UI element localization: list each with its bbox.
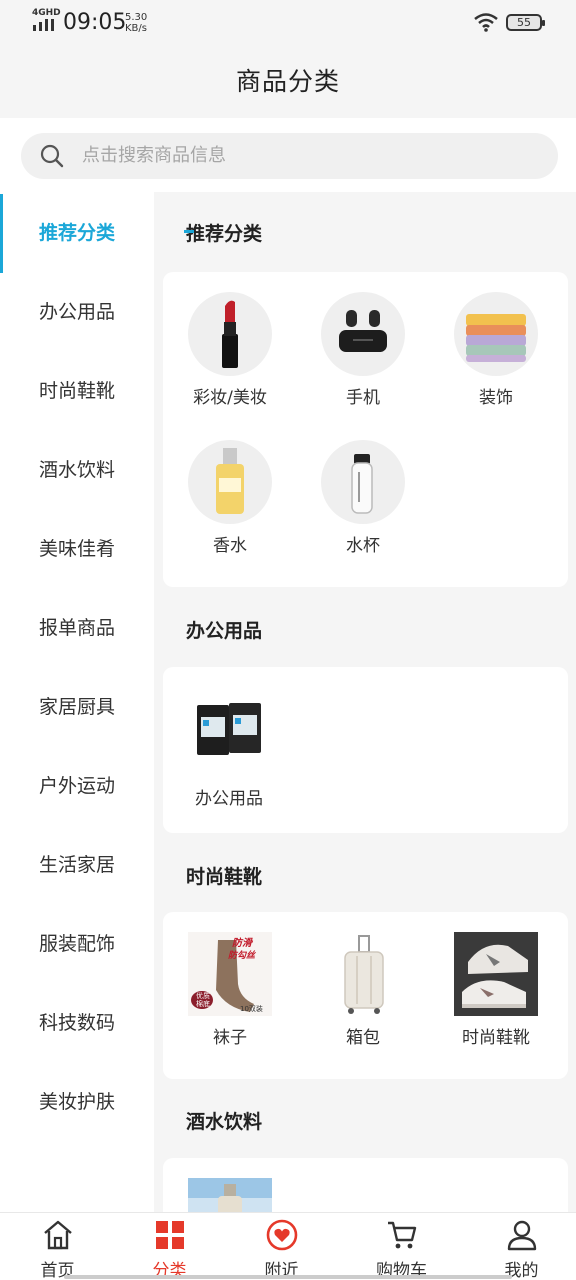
socks-image-text: 防滑 <box>232 938 252 949</box>
ink-cartridge-icon <box>187 693 271 777</box>
status-bar: 4GHD 09:05 5.30 KB/s 55 <box>0 0 576 44</box>
network-speed-value: 5.30 <box>125 12 148 23</box>
category-item-decor[interactable]: 装饰 <box>436 292 556 409</box>
socks-image-text: 优质 棉底 <box>196 992 210 1008</box>
category-item-perfume[interactable]: 香水 <box>170 440 290 557</box>
category-label: 袜子 <box>213 1028 247 1048</box>
category-content: 推荐分类 彩妆/美妆 手机 装饰 香水 水杯 办公用品 办公用品 时尚鞋靴 防滑… <box>154 192 576 1212</box>
bottom-tab-bar: 首页 分类 附近 购物车 我的 <box>0 1212 576 1280</box>
search-icon <box>40 144 64 168</box>
tab-profile[interactable]: 我的 <box>464 1213 576 1280</box>
section-card-office: 办公用品 <box>163 667 568 833</box>
home-indicator <box>64 1275 512 1279</box>
battery-icon: 55 <box>506 14 545 31</box>
signal-icon <box>33 19 54 31</box>
water-bottle-icon <box>321 440 405 524</box>
sidebar-item-food[interactable]: 美味佳肴 <box>0 510 154 589</box>
category-label: 办公用品 <box>195 789 263 809</box>
category-item-office[interactable]: 办公用品 <box>169 693 289 810</box>
category-label: 手机 <box>346 388 380 408</box>
search-bar: 点击搜索商品信息 <box>0 118 576 192</box>
network-speed-unit: KB/s <box>125 23 147 34</box>
section-card-drinks <box>163 1158 568 1212</box>
category-item-luggage[interactable]: 箱包 <box>303 932 423 1049</box>
suitcase-icon <box>321 932 405 1016</box>
category-sidebar: 推荐分类 办公用品 时尚鞋靴 酒水饮料 美味佳肴 报单商品 家居厨具 户外运动 … <box>0 192 154 1212</box>
sidebar-item-apparel[interactable]: 服装配饰 <box>0 905 154 984</box>
category-item-fashion-shoes[interactable]: 时尚鞋靴 <box>436 932 556 1049</box>
home-icon <box>44 1220 72 1250</box>
perfume-bottle-icon <box>188 440 272 524</box>
section-title-accent <box>184 230 194 233</box>
earbuds-icon <box>321 292 405 376</box>
category-label: 水杯 <box>346 536 380 556</box>
user-icon <box>507 1220 537 1251</box>
category-item-cup[interactable]: 水杯 <box>303 440 423 557</box>
search-placeholder: 点击搜索商品信息 <box>82 145 226 166</box>
section-card-shoes: 防滑 防勾丝 优质 棉底 10双装 袜子 箱包 时尚鞋靴 <box>163 912 568 1079</box>
category-item-makeup[interactable]: 彩妆/美妆 <box>170 292 290 409</box>
category-label: 时尚鞋靴 <box>462 1028 530 1048</box>
sidebar-item-order-goods[interactable]: 报单商品 <box>0 589 154 668</box>
drink-bottle-icon <box>188 1178 272 1212</box>
lipstick-icon <box>188 292 272 376</box>
sidebar-item-drinks[interactable]: 酒水饮料 <box>0 431 154 510</box>
section-title-office: 办公用品 <box>186 620 263 642</box>
category-label: 彩妆/美妆 <box>193 388 267 408</box>
network-speed: 5.30 KB/s <box>125 12 147 34</box>
sidebar-item-kitchen[interactable]: 家居厨具 <box>0 668 154 747</box>
section-card-recommended: 彩妆/美妆 手机 装饰 香水 水杯 <box>163 272 568 587</box>
section-title-recommended: 推荐分类 <box>184 219 263 246</box>
sidebar-item-outdoor[interactable]: 户外运动 <box>0 747 154 826</box>
category-label: 装饰 <box>479 388 513 408</box>
page-title: 商品分类 <box>235 67 340 96</box>
category-label: 箱包 <box>346 1028 380 1048</box>
towels-icon <box>454 292 538 376</box>
search-input[interactable]: 点击搜索商品信息 <box>21 133 558 179</box>
sidebar-item-digital[interactable]: 科技数码 <box>0 984 154 1063</box>
header: 商品分类 <box>0 44 576 118</box>
wifi-icon <box>474 13 498 32</box>
category-item-drinks[interactable] <box>170 1178 290 1212</box>
tab-category[interactable]: 分类 <box>112 1213 227 1280</box>
category-grid-icon <box>156 1221 184 1249</box>
category-item-phone[interactable]: 手机 <box>303 292 423 409</box>
cart-icon <box>388 1221 417 1249</box>
socks-image-text: 10双装 <box>240 1005 263 1013</box>
nearby-heart-icon <box>266 1219 298 1251</box>
sidebar-item-office[interactable]: 办公用品 <box>0 273 154 352</box>
clock: 09:05 <box>63 10 127 35</box>
tab-home[interactable]: 首页 <box>0 1213 115 1280</box>
category-label: 香水 <box>213 536 247 556</box>
sidebar-item-home[interactable]: 生活家居 <box>0 826 154 905</box>
sidebar-item-recommended[interactable]: 推荐分类 <box>0 194 154 273</box>
tab-cart[interactable]: 购物车 <box>344 1213 459 1280</box>
section-title-drinks: 酒水饮料 <box>186 1111 263 1133</box>
sidebar-item-shoes[interactable]: 时尚鞋靴 <box>0 352 154 431</box>
sneakers-icon <box>454 932 538 1016</box>
section-title-text: 推荐分类 <box>186 223 263 245</box>
section-title-shoes: 时尚鞋靴 <box>186 866 263 888</box>
sidebar-item-skincare[interactable]: 美妆护肤 <box>0 1063 154 1142</box>
socks-icon: 防滑 防勾丝 优质 棉底 10双装 <box>188 932 272 1016</box>
tab-nearby[interactable]: 附近 <box>224 1213 339 1280</box>
socks-image-text: 防勾丝 <box>228 951 256 961</box>
category-item-socks[interactable]: 防滑 防勾丝 优质 棉底 10双装 袜子 <box>170 932 290 1049</box>
